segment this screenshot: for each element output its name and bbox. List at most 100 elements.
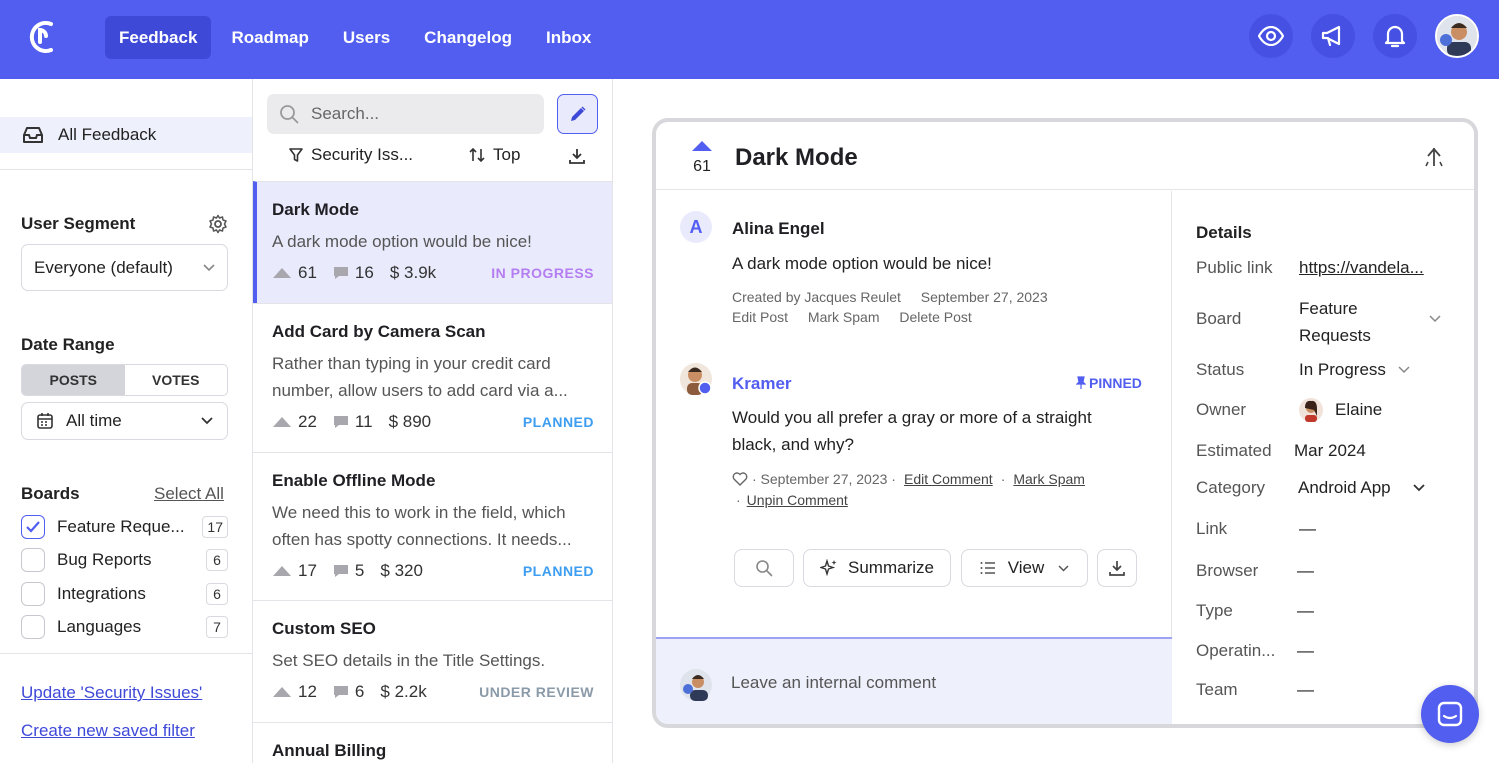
- link-value[interactable]: —: [1299, 519, 1316, 539]
- mark-spam-link[interactable]: Mark Spam: [808, 309, 880, 325]
- board-select[interactable]: Feature Requests: [1299, 295, 1419, 349]
- vote-count: 22: [272, 412, 317, 432]
- toggle-posts[interactable]: POSTS: [22, 365, 125, 395]
- comment-icon: [333, 686, 348, 698]
- all-feedback-item[interactable]: All Feedback: [0, 117, 252, 153]
- edit-post-link[interactable]: Edit Post: [732, 309, 788, 325]
- upvote-icon: [273, 417, 291, 427]
- post-item[interactable]: Dark Mode A dark mode option would be ni…: [253, 181, 612, 303]
- browser-value[interactable]: —: [1297, 561, 1314, 581]
- detail-row-board: Board Feature Requests: [1196, 299, 1456, 345]
- os-value[interactable]: —: [1297, 641, 1314, 661]
- estimated-select[interactable]: Mar 2024: [1294, 441, 1366, 461]
- activity-search-button[interactable]: [734, 549, 794, 587]
- comment-author[interactable]: Kramer: [732, 374, 792, 394]
- post-title: Custom SEO: [272, 619, 376, 638]
- post-detail-panel: 61 Dark Mode A Alina Engel A dark mode o…: [652, 118, 1478, 728]
- create-filter-link[interactable]: Create new saved filter: [21, 721, 195, 741]
- post-meta: 22 11 $ 890 PLANNED: [272, 410, 594, 434]
- post-author[interactable]: Alina Engel: [732, 219, 825, 239]
- chat-launcher-button[interactable]: [1421, 685, 1479, 743]
- board-name: Bug Reports: [57, 550, 152, 569]
- sort-icon: [469, 147, 485, 163]
- checkbox[interactable]: [21, 582, 45, 606]
- checkbox[interactable]: [21, 615, 45, 639]
- update-filter-link[interactable]: Update 'Security Issues': [21, 683, 202, 703]
- post-description: A dark mode option would be nice!: [272, 232, 532, 251]
- date-range-select[interactable]: All time: [21, 402, 228, 440]
- comment-count: 11: [333, 412, 373, 432]
- board-count: 6: [206, 583, 228, 605]
- filter-dropdown[interactable]: Security Iss...: [289, 145, 413, 165]
- heart-icon[interactable]: [732, 472, 748, 486]
- board-item-feature-requests[interactable]: Feature Reque... 17: [21, 514, 228, 540]
- canny-logo-icon[interactable]: [24, 16, 56, 58]
- tab-changelog[interactable]: Changelog: [410, 16, 526, 59]
- internal-comment-composer[interactable]: Leave an internal comment: [656, 637, 1172, 724]
- mark-spam-link[interactable]: Mark Spam: [1013, 471, 1085, 487]
- board-item-languages[interactable]: Languages 7: [21, 614, 228, 640]
- search-input[interactable]: Search...: [267, 94, 544, 134]
- megaphone-icon[interactable]: [1311, 14, 1355, 58]
- tab-roadmap[interactable]: Roadmap: [217, 16, 322, 59]
- upvote-button[interactable]: 61: [688, 140, 716, 176]
- post-title: Dark Mode: [272, 200, 359, 219]
- tab-inbox[interactable]: Inbox: [532, 16, 605, 59]
- post-created: Created by Jacques Reulet September 27, …: [732, 289, 1048, 305]
- select-all-link[interactable]: Select All: [154, 484, 224, 504]
- summarize-button[interactable]: Summarize: [803, 549, 951, 587]
- type-value[interactable]: —: [1297, 601, 1314, 621]
- status-select[interactable]: In Progress: [1299, 360, 1386, 380]
- user-segment-select[interactable]: Everyone (default): [21, 244, 228, 291]
- tab-feedback[interactable]: Feedback: [105, 16, 212, 59]
- delete-post-link[interactable]: Delete Post: [899, 309, 971, 325]
- owner-select[interactable]: Elaine: [1335, 400, 1382, 420]
- category-select[interactable]: Android App: [1298, 478, 1391, 498]
- user-avatar[interactable]: [1435, 14, 1479, 58]
- board-item-integrations[interactable]: Integrations 6: [21, 581, 228, 607]
- author-avatar: A: [680, 211, 712, 243]
- chevron-down-icon: [1058, 564, 1069, 572]
- toggle-votes[interactable]: VOTES: [125, 365, 228, 395]
- post-item[interactable]: Annual Billing: [253, 722, 612, 763]
- unpin-comment-link[interactable]: Unpin Comment: [747, 492, 848, 508]
- export-button[interactable]: [1097, 549, 1137, 587]
- owner-avatar: [1299, 398, 1323, 422]
- revenue-value: $ 890: [388, 412, 432, 431]
- tab-users[interactable]: Users: [329, 16, 404, 59]
- upvote-icon: [273, 566, 291, 576]
- gear-icon[interactable]: [208, 214, 228, 234]
- board-item-bug-reports[interactable]: Bug Reports 6: [21, 547, 228, 573]
- checkbox[interactable]: [21, 548, 45, 572]
- inbox-icon: [23, 127, 43, 143]
- collapse-icon[interactable]: [1424, 146, 1444, 168]
- comment-meta: · September 27, 2023 · Edit Comment · Ma…: [732, 471, 1085, 487]
- sort-dropdown[interactable]: Top: [469, 145, 520, 165]
- comment-icon: [333, 565, 348, 577]
- post-list: Search... Security Iss... Top Dark Mode …: [253, 79, 613, 763]
- pin-icon: [1076, 376, 1086, 389]
- chevron-down-icon: [203, 263, 215, 271]
- nav-tabs: Feedback Roadmap Users Changelog Inbox: [105, 16, 605, 59]
- post-item[interactable]: Enable Offline Mode We need this to work…: [253, 452, 612, 600]
- details-heading: Details: [1196, 223, 1252, 242]
- download-icon[interactable]: [568, 147, 586, 165]
- public-link[interactable]: https://vandela...: [1299, 258, 1424, 278]
- edit-comment-link[interactable]: Edit Comment: [904, 471, 993, 487]
- view-dropdown[interactable]: View: [961, 549, 1088, 587]
- calendar-icon: [37, 413, 53, 429]
- eye-icon[interactable]: [1249, 14, 1293, 58]
- create-post-button[interactable]: [557, 94, 598, 134]
- bell-icon[interactable]: [1373, 14, 1417, 58]
- check-icon: [26, 521, 40, 533]
- post-item[interactable]: Add Card by Camera Scan Rather than typi…: [253, 303, 612, 452]
- team-value[interactable]: —: [1297, 680, 1314, 700]
- comment-date: · September 27, 2023 ·: [752, 471, 896, 487]
- comment-icon: [333, 267, 348, 279]
- post-item[interactable]: Custom SEO Set SEO details in the Title …: [253, 600, 612, 722]
- checkbox[interactable]: [21, 515, 45, 539]
- commenter-avatar: [680, 363, 712, 395]
- chevron-down-icon: [1429, 315, 1441, 323]
- comment-count: 5: [333, 561, 364, 581]
- user-segment-value: Everyone (default): [34, 257, 173, 277]
